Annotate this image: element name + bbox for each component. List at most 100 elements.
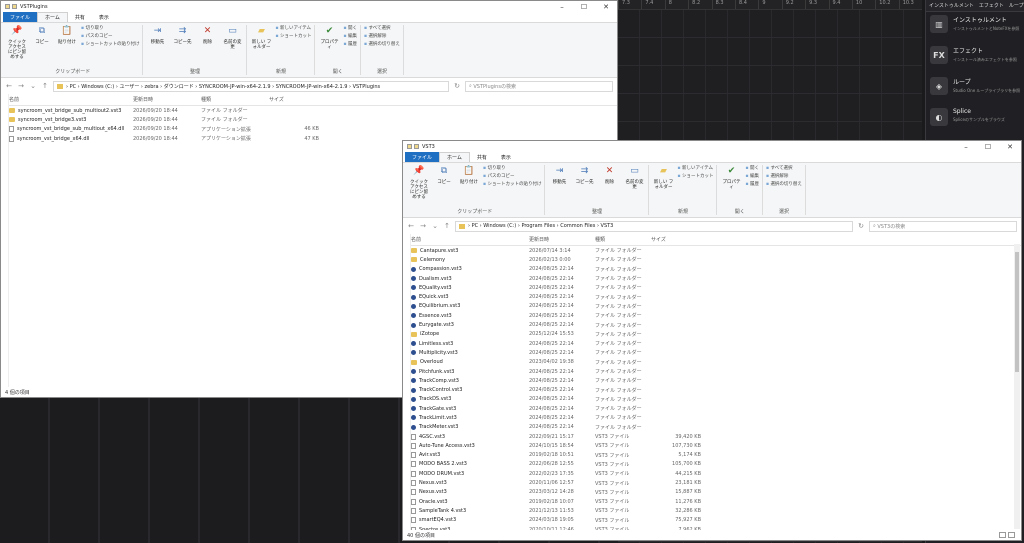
- file-row[interactable]: EQuality.vst3 2024/08/25 22:14 ファイル フォルダー: [411, 283, 1021, 292]
- file-row[interactable]: Nexus.vst3 2020/11/06 12:57 VST3 ファイル 23,18…: [411, 478, 1021, 487]
- file-row[interactable]: Essence.vst3 2024/08/25 22:14 ファイル フォルダー: [411, 311, 1021, 320]
- file-row[interactable]: MODO BASS 2.vst3 2022/06/28 12:55 VST3 ファイ…: [411, 460, 1021, 469]
- col-name[interactable]: 名前: [9, 96, 133, 103]
- file-row[interactable]: TrackMeter.vst3 2024/08/25 22:14 ファイル フォルダ…: [411, 423, 1021, 432]
- properties-button[interactable]: ✔ プロパティ: [720, 165, 742, 191]
- newfolder-button[interactable]: ▰ 新しい フォルダー: [652, 165, 674, 191]
- ribbon-small-invert[interactable]: 選択の切り替え: [766, 181, 802, 187]
- ribbon-small-history[interactable]: 履歴: [745, 181, 759, 187]
- ribbon-small-newitem[interactable]: 新しいアイテム: [677, 165, 713, 171]
- file-row[interactable]: iZotope 2025/12/24 15:53 ファイル フォルダー: [411, 330, 1021, 339]
- ribbon-small-edit[interactable]: 編集: [343, 33, 357, 39]
- browser-tab[interactable]: ループ: [1009, 2, 1024, 9]
- scrollbar-thumb[interactable]: [1015, 252, 1019, 372]
- col-type[interactable]: 種類: [595, 236, 651, 243]
- file-row[interactable]: Limitless.vst3 2024/08/25 22:14 ファイル フォルダー: [411, 339, 1021, 348]
- file-row[interactable]: Cantapure.vst3 2026/07/14 3:14 ファイル フォルダー: [411, 246, 1021, 255]
- navigation-pane[interactable]: [1, 94, 9, 387]
- rename-button[interactable]: ▭ 名前の変更: [623, 165, 645, 191]
- file-row[interactable]: TrackComp.vst3 2024/08/25 22:14 ファイル フォルダー: [411, 376, 1021, 385]
- refresh-icon[interactable]: ↻: [857, 222, 865, 230]
- properties-button[interactable]: ✔ プロパティ: [318, 25, 340, 51]
- col-type[interactable]: 種類: [201, 96, 269, 103]
- file-row[interactable]: TrackDS.vst3 2024/08/25 22:14 ファイル フォルダー: [411, 395, 1021, 404]
- ribbon-tab[interactable]: 共有: [470, 152, 494, 162]
- file-row[interactable]: syncroom_vst_bridge_sub_multiout_x64.dll…: [9, 125, 617, 134]
- ribbon-small-copypath[interactable]: パスのコピー: [81, 33, 139, 39]
- ribbon-tab[interactable]: ホーム: [37, 12, 68, 22]
- ribbon-small-shortcut[interactable]: ショートカット: [677, 173, 714, 179]
- ribbon-tab[interactable]: ホーム: [439, 152, 470, 162]
- browser-item[interactable]: ▥ インストゥルメント インストゥルメントとNoteFXを参照: [926, 12, 1024, 43]
- file-row[interactable]: Oracle.vst3 2019/02/18 10:07 VST3 ファイル 11,2…: [411, 497, 1021, 506]
- recent-locations-icon[interactable]: ⌄: [29, 82, 37, 90]
- daw-timeline-ruler[interactable]: 7.3 7.4 8 8.2 8.3 8.4 9 9.2 9.3 9.4 10 10.2 10.3: [618, 0, 922, 10]
- rename-button[interactable]: ▭ 名前の変更: [221, 25, 243, 51]
- ribbon-small-cut[interactable]: 切り取り: [483, 165, 541, 171]
- minimize-button[interactable]: –: [955, 143, 977, 151]
- ribbon-small-cut[interactable]: 切り取り: [81, 25, 139, 31]
- quick-access-toolbar[interactable]: [5, 4, 17, 9]
- file-row[interactable]: Avir.vst3 2019/02/18 10:51 VST3 ファイル 5,174 …: [411, 451, 1021, 460]
- copyto-button[interactable]: ⇉ コピー先: [171, 25, 193, 46]
- file-row[interactable]: syncroom_vst_bridge_sub_multiout2.vst3 20…: [9, 106, 617, 115]
- search-input[interactable]: ⌕ VSTPluginsの検索: [465, 80, 613, 92]
- ribbon-small-copypath[interactable]: パスのコピー: [483, 173, 541, 179]
- file-row[interactable]: Overloud 2023/04/02 19:38 ファイル フォルダー: [411, 358, 1021, 367]
- search-input[interactable]: ⌕ VST3の検索: [869, 220, 1017, 232]
- ribbon-tab[interactable]: 表示: [494, 152, 518, 162]
- close-button[interactable]: ✕: [595, 3, 617, 11]
- col-size[interactable]: サイズ: [269, 96, 319, 103]
- file-row[interactable]: Eurygate.vst3 2024/08/25 22:14 ファイル フォルダー: [411, 320, 1021, 329]
- recent-locations-icon[interactable]: ⌄: [431, 222, 439, 230]
- col-date[interactable]: 更新日時: [133, 96, 201, 103]
- file-row[interactable]: smartEQ4.vst3 2024/03/18 19:05 VST3 ファイル 75…: [411, 516, 1021, 525]
- paste-button[interactable]: 📋 貼り付け: [458, 165, 480, 186]
- ribbon-tab[interactable]: ファイル: [405, 152, 440, 162]
- copyto-button[interactable]: ⇉ コピー先: [573, 165, 595, 186]
- minimize-button[interactable]: –: [551, 3, 573, 11]
- ribbon-small-shortcut[interactable]: ショートカット: [275, 33, 312, 39]
- delete-button[interactable]: ✕ 削除: [598, 165, 620, 186]
- newfolder-button[interactable]: ▰ 新しい フォルダー: [250, 25, 272, 51]
- large-icons-view-icon[interactable]: [1008, 532, 1015, 538]
- pin-button[interactable]: 📌 クイック アクセス にピン留めする: [6, 25, 28, 61]
- file-row[interactable]: TrackControl.vst3 2024/08/25 22:14 ファイル フォ…: [411, 385, 1021, 394]
- ribbon-small-pasteshortcut[interactable]: ショートカットの貼り付け: [483, 181, 541, 187]
- ribbon-tab[interactable]: ファイル: [3, 12, 38, 22]
- browser-item[interactable]: FX エフェクト インストール済みエフェクトを参照: [926, 43, 1024, 74]
- vertical-scrollbar[interactable]: [1014, 244, 1020, 529]
- browser-tab[interactable]: エフェクト: [979, 2, 1004, 9]
- file-row[interactable]: syncroom_vst_bridge3.vst3 2026/09/20 18:4…: [9, 115, 617, 124]
- ribbon-small-selectall[interactable]: すべて選択: [364, 25, 400, 31]
- move-button[interactable]: ⇥ 移動先: [548, 165, 570, 186]
- file-row[interactable]: Compassion.vst3 2024/08/25 22:14 ファイル フォルダ…: [411, 265, 1021, 274]
- ribbon-small-invert[interactable]: 選択の切り替え: [364, 41, 400, 47]
- file-row[interactable]: Celemony 2026/02/13 0:00 ファイル フォルダー: [411, 255, 1021, 264]
- ribbon-tab[interactable]: 共有: [68, 12, 92, 22]
- refresh-icon[interactable]: ↻: [453, 82, 461, 90]
- ribbon-small-edit[interactable]: 編集: [745, 173, 759, 179]
- col-date[interactable]: 更新日時: [529, 236, 595, 243]
- ribbon-small-selectnone[interactable]: 選択解除: [766, 173, 802, 179]
- file-row[interactable]: Pitchfunk.vst3 2024/08/25 22:14 ファイル フォルダー: [411, 367, 1021, 376]
- ribbon-small-pasteshortcut[interactable]: ショートカットの貼り付け: [81, 41, 139, 47]
- up-icon[interactable]: ↑: [41, 82, 49, 90]
- col-name[interactable]: 名前: [411, 236, 529, 243]
- move-button[interactable]: ⇥ 移動先: [146, 25, 168, 46]
- details-view-icon[interactable]: [999, 532, 1006, 538]
- maximize-button[interactable]: ☐: [573, 3, 595, 11]
- ribbon-small-open[interactable]: 開く: [745, 165, 759, 171]
- file-row[interactable]: TrackGate.vst3 2024/08/25 22:14 ファイル フォルダー: [411, 404, 1021, 413]
- ribbon-tab[interactable]: 表示: [92, 12, 116, 22]
- delete-button[interactable]: ✕ 削除: [196, 25, 218, 46]
- back-icon[interactable]: ←: [5, 82, 13, 90]
- maximize-button[interactable]: ☐: [977, 143, 999, 151]
- close-button[interactable]: ✕: [999, 143, 1021, 151]
- file-row[interactable]: SampleTank 4.vst3 2021/12/13 11:53 VST3 ファ…: [411, 506, 1021, 515]
- back-icon[interactable]: ←: [407, 222, 415, 230]
- file-row[interactable]: MODO DRUM.vst3 2022/02/23 17:35 VST3 ファイル 4…: [411, 469, 1021, 478]
- browser-item[interactable]: ◈ ループ Studio One ループライブラリを参照: [926, 74, 1024, 105]
- file-row[interactable]: TrackLimit.vst3 2024/08/25 22:14 ファイル フォルダ…: [411, 413, 1021, 422]
- pin-button[interactable]: 📌 クイック アクセス にピン留めする: [408, 165, 430, 201]
